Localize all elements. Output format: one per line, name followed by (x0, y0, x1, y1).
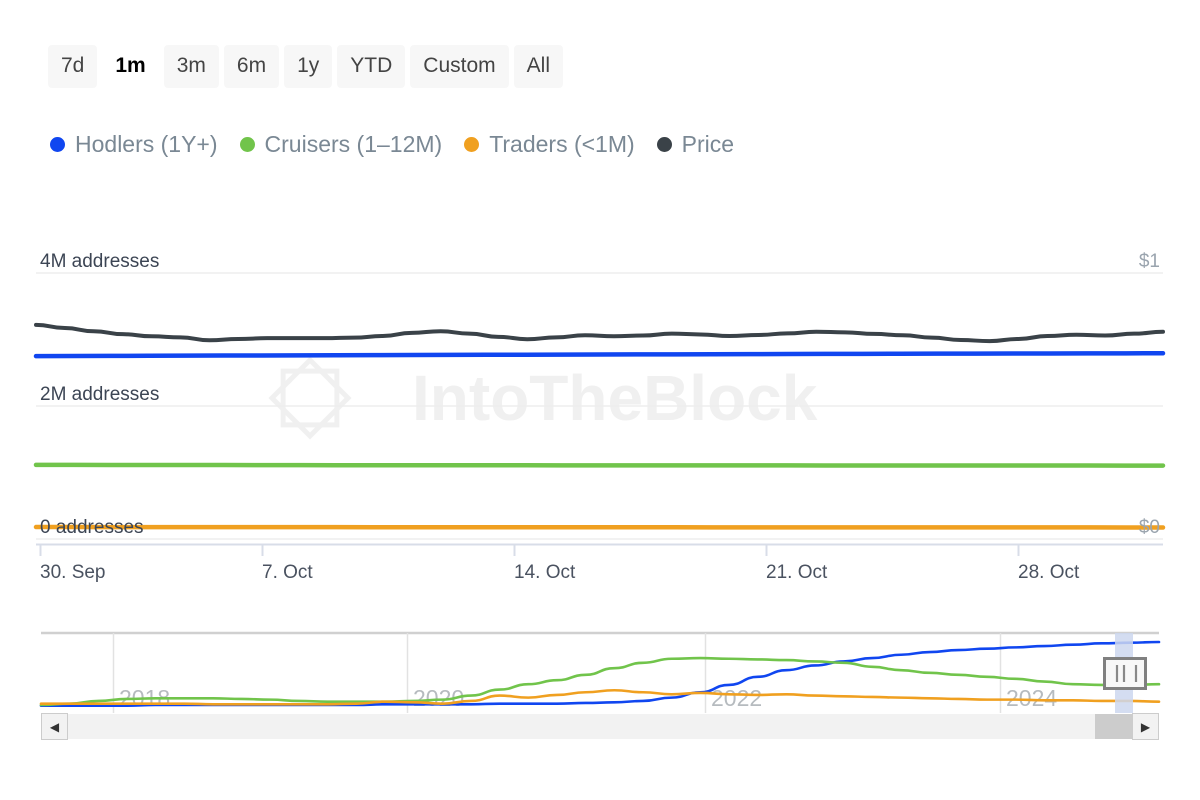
navigator-year-label-2022: 2022 (711, 685, 762, 711)
navigator[interactable]: 2018202020222024 (41, 633, 1159, 739)
x-axis-label-4: 28. Oct (1018, 562, 1080, 583)
y-axis-labels: 4M addresses 2M addresses 0 addresses (40, 251, 159, 538)
chevron-right-icon: ▶ (1141, 720, 1150, 734)
series-line-hodlers (36, 353, 1163, 356)
x-axis-label-2: 14. Oct (514, 562, 576, 583)
series-line-price (36, 325, 1163, 341)
chart-gridlines (36, 273, 1163, 539)
series-line-cruisers (36, 465, 1163, 466)
x-axis-label-0: 30. Sep (40, 562, 106, 583)
navigator-year-label-2024: 2024 (1006, 685, 1057, 711)
chart-container: IntoTheBlock 4M addresses 2M addresses 0 a… (0, 0, 1200, 800)
navigator-scroll-right-button[interactable]: ▶ (1132, 713, 1159, 740)
y-axis-label-0: 4M addresses (40, 251, 159, 272)
x-axis-label-3: 21. Oct (766, 562, 828, 583)
chevron-left-icon: ◀ (50, 720, 59, 734)
watermark-logo-icon (256, 344, 363, 451)
price-axis-labels: $1 $0 (1139, 251, 1160, 538)
watermark-label: IntoTheBlock (412, 362, 818, 434)
navigator-scroll-left-button[interactable]: ◀ (41, 713, 68, 740)
x-axis: 30. Sep 7. Oct 14. Oct 21. Oct 28. Oct (36, 544, 1163, 583)
price-axis-label-0: $1 (1139, 251, 1160, 272)
navigator-scrollbar-track[interactable] (68, 714, 1132, 739)
x-axis-label-1: 7. Oct (262, 562, 313, 583)
navigator-series-cruisers (41, 658, 1159, 705)
y-axis-label-2: 0 addresses (40, 517, 144, 538)
chart-svg: IntoTheBlock 4M addresses 2M addresses 0 a… (0, 0, 1200, 800)
y-axis-label-1: 2M addresses (40, 384, 159, 405)
navigator-series-hodlers (41, 642, 1159, 706)
price-axis-label-1: $0 (1139, 517, 1160, 538)
intotheblock-watermark: IntoTheBlock (256, 344, 817, 451)
navigator-scrollbar-thumb[interactable] (1095, 714, 1132, 739)
navigator-range-handle[interactable] (1105, 659, 1146, 689)
